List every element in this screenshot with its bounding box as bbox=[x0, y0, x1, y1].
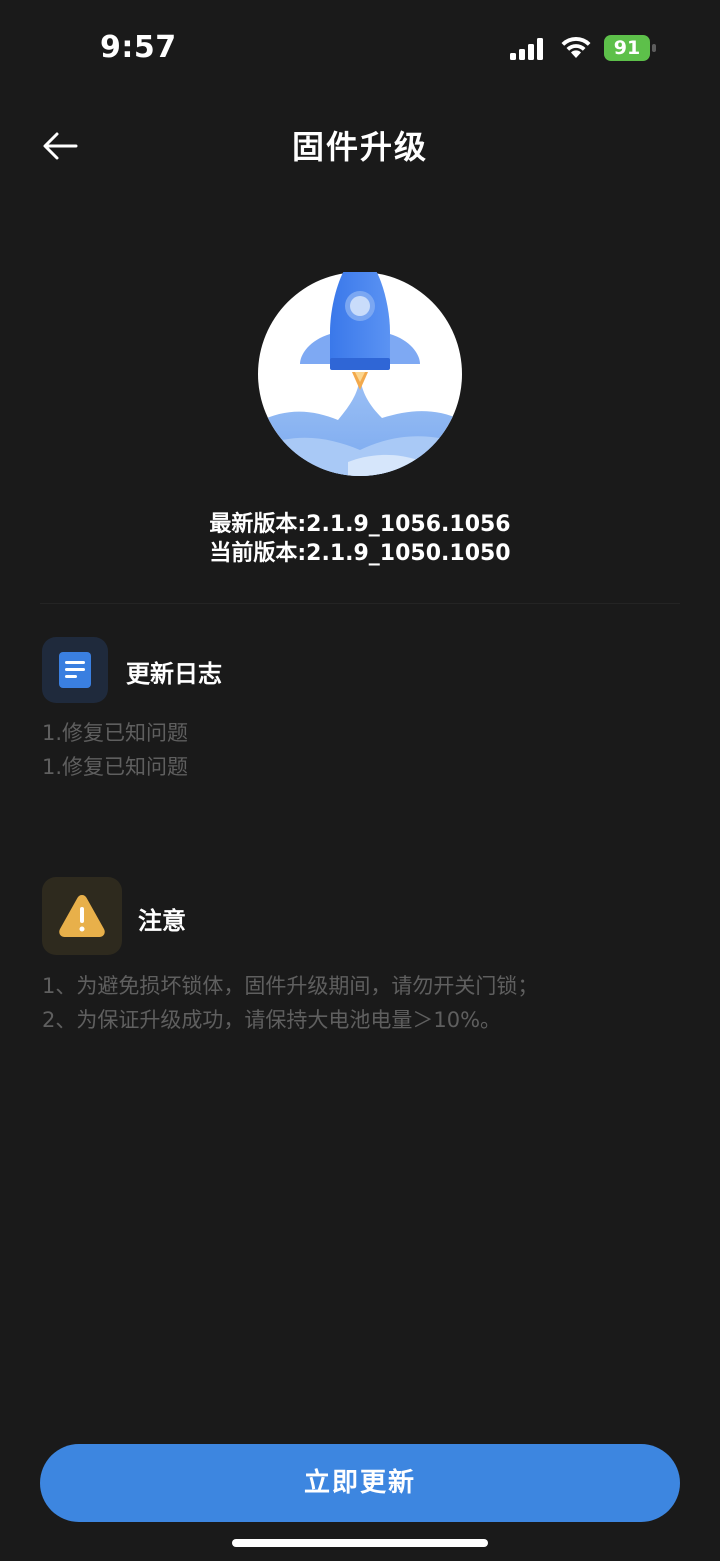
status-time: 9:57 bbox=[100, 30, 177, 65]
notice-line: 2、为保证升级成功，请保持大电池电量＞10%。 bbox=[42, 1008, 502, 1032]
version-info: 最新版本:2.1.9_1056.1056 当前版本:2.1.9_1050.105… bbox=[0, 510, 720, 568]
rocket-illustration bbox=[258, 272, 462, 476]
wifi-icon bbox=[561, 36, 591, 58]
notice-list: 1、为避免损坏锁体，固件升级期间，请勿开关门锁； 2、为保证升级成功，请保持大电… bbox=[42, 969, 538, 1037]
changelog-line: 1.修复已知问题 bbox=[42, 721, 189, 745]
nav-bar: 固件升级 bbox=[0, 110, 720, 180]
changelog-line: 1.修复已知问题 bbox=[42, 755, 189, 779]
current-version: 当前版本:2.1.9_1050.1050 bbox=[209, 541, 511, 566]
latest-version: 最新版本:2.1.9_1056.1056 bbox=[209, 512, 511, 537]
document-icon bbox=[59, 652, 91, 688]
status-bar: 9:57 91 bbox=[0, 0, 720, 96]
warning-icon bbox=[59, 895, 105, 937]
notice-icon-box bbox=[42, 877, 122, 955]
divider bbox=[40, 603, 680, 604]
update-now-button[interactable]: 立即更新 bbox=[40, 1444, 680, 1522]
changelog-title: 更新日志 bbox=[126, 660, 222, 688]
battery-level: 91 bbox=[613, 37, 641, 59]
notice-line: 1、为避免损坏锁体，固件升级期间，请勿开关门锁； bbox=[42, 974, 539, 998]
page-title: 固件升级 bbox=[291, 128, 428, 166]
home-indicator[interactable] bbox=[232, 1539, 488, 1547]
changelog-list: 1.修复已知问题 1.修复已知问题 bbox=[42, 716, 188, 784]
cellular-signal-icon bbox=[510, 38, 543, 60]
changelog-icon-box bbox=[42, 637, 108, 703]
notice-title: 注意 bbox=[138, 907, 186, 935]
